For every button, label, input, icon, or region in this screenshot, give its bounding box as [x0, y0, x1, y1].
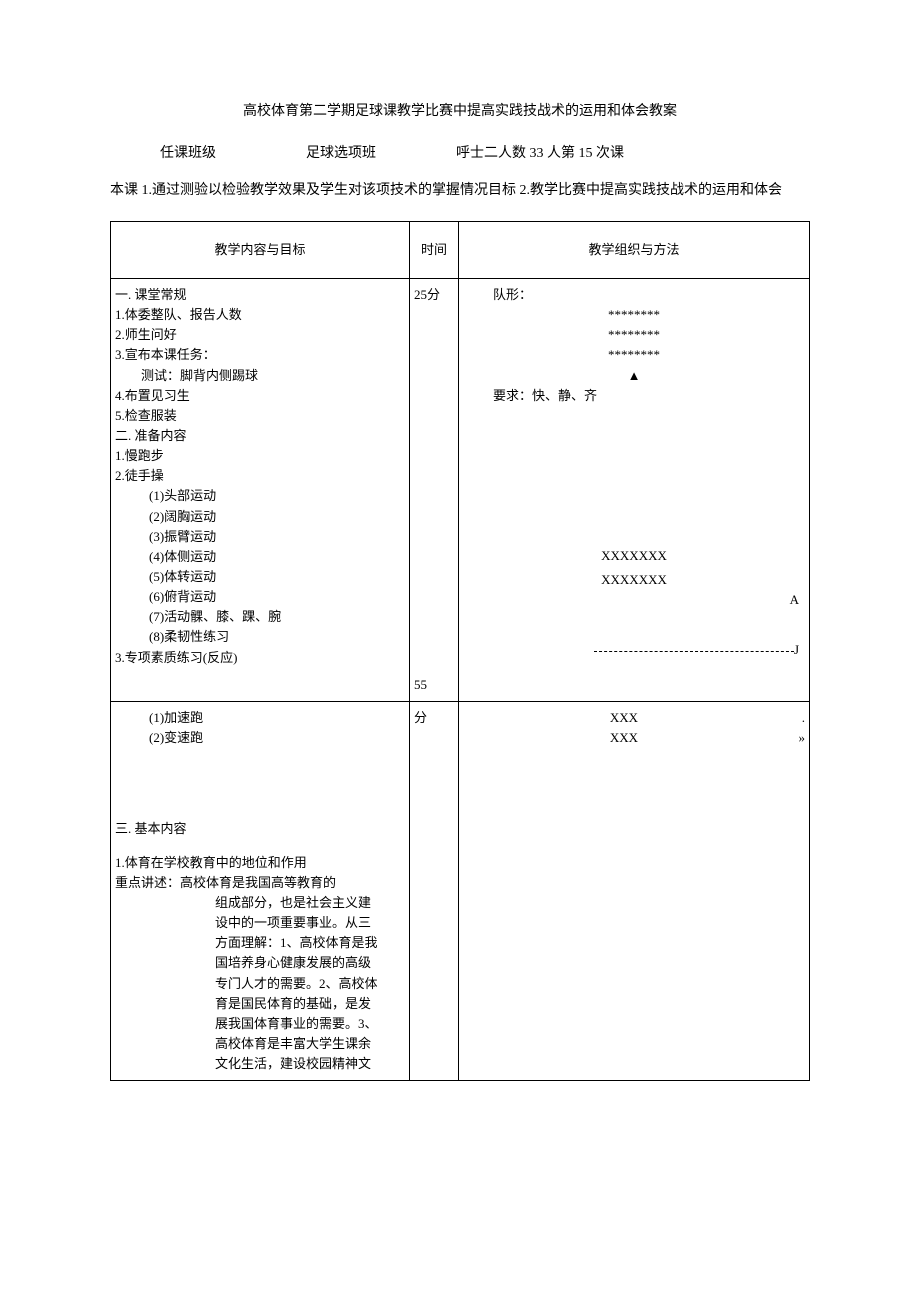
content-line: (5)体转运动: [115, 567, 405, 587]
content-line: 4.布置见习生: [115, 386, 405, 406]
content-line: (1)加速跑: [115, 708, 405, 728]
content-line: 1.体育在学校教育中的地位和作用: [115, 853, 405, 873]
header-method: 教学组织与方法: [459, 222, 810, 279]
content-line: 国培养身心健康发展的高级: [215, 953, 405, 973]
content-line: 文化生活，建设校园精神文: [215, 1054, 405, 1074]
people-label: 呼士二人数 33 人第 15 次课: [456, 142, 624, 162]
content-line: (8)柔韧性练习: [115, 627, 405, 647]
header-content: 教学内容与目标: [111, 222, 410, 279]
teacher-marker: ▲: [463, 366, 805, 386]
header-time: 时间: [410, 222, 459, 279]
table-bottom-border: [111, 1080, 810, 1081]
formation-row: ********: [463, 305, 805, 325]
content-line: (2)变速跑: [115, 728, 405, 748]
content-line: 1.慢跑步: [115, 446, 405, 466]
label-class: 任课班级: [160, 142, 216, 162]
content-line: (3)振臂运动: [115, 527, 405, 547]
table-header-row: 教学内容与目标 时间 教学组织与方法: [111, 222, 810, 279]
symbol: .: [785, 708, 805, 728]
goal-block: 本课 1.通过测验以检验教学效果及学生对该项技术的掌握情况目标 2.教学比赛中提…: [110, 180, 810, 201]
formation-label: 队形：: [463, 285, 805, 305]
page-title: 高校体育第二学期足球课教学比赛中提高实践技战术的运用和体会教案: [110, 100, 810, 120]
time-value: 分: [414, 708, 454, 728]
content-line: (4)体侧运动: [115, 547, 405, 567]
content-line: 1.体委整队、报告人数: [115, 305, 405, 325]
content-line: (6)俯背运动: [115, 587, 405, 607]
table-row: 一. 课堂常规 1.体委整队、报告人数 2.师生问好 3.宣布本课任务： 测试：…: [111, 279, 810, 702]
formation-row: XXXXXXX: [463, 546, 805, 566]
time-value: 25分: [414, 285, 454, 305]
section-header: 三. 基本内容: [115, 819, 405, 839]
content-line: 二. 准备内容: [115, 426, 405, 446]
content-line: 展我国体育事业的需要。3、: [215, 1014, 405, 1034]
arrow-line: J: [463, 640, 805, 660]
content-line: 一. 课堂常规: [115, 285, 405, 305]
content-line: 2.徒手操: [115, 466, 405, 486]
content-line: 2.师生问好: [115, 325, 405, 345]
formation-row: XXXXXXX: [463, 570, 805, 590]
content-line: 组成部分，也是社会主义建: [215, 893, 405, 913]
content-line: (7)活动髁、膝、踝、腕: [115, 607, 405, 627]
table-row: (1)加速跑 (2)变速跑 三. 基本内容 1.体育在学校教育中的地位和作用 重…: [111, 702, 810, 1080]
formation-row: XXX: [463, 708, 785, 728]
content-line: 专门人才的需要。2、高校体: [215, 974, 405, 994]
content-line: 育是国民体育的基础，是发: [215, 994, 405, 1014]
formation-row: ********: [463, 325, 805, 345]
info-row: 任课班级 足球选项班 呼士二人数 33 人第 15 次课: [110, 142, 810, 162]
content-line: 测试：脚背内侧踢球: [115, 366, 405, 386]
content-line: 5.检查服装: [115, 406, 405, 426]
class-value: 足球选项班: [306, 142, 376, 162]
content-line: 3.宣布本课任务：: [115, 345, 405, 365]
page: 高校体育第二学期足球课教学比赛中提高实践技战术的运用和体会教案 任课班级 足球选…: [0, 0, 920, 1301]
content-line: 重点讲述：高校体育是我国高等教育的: [115, 873, 405, 893]
content-line: (2)阔胸运动: [115, 507, 405, 527]
content-line: 3.专项素质练习(反应): [115, 648, 405, 668]
formation-row: XXX: [463, 728, 785, 748]
formation-row: ********: [463, 345, 805, 365]
content-line: 方面理解：1、高校体育是我: [215, 933, 405, 953]
requirement: 要求：快、静、齐: [463, 386, 805, 406]
marker-a: A: [463, 590, 805, 610]
lesson-table: 教学内容与目标 时间 教学组织与方法 一. 课堂常规 1.体委整队、报告人数 2…: [110, 221, 810, 1081]
content-line: (1)头部运动: [115, 486, 405, 506]
time-value: 55: [414, 675, 454, 695]
symbol: »: [785, 728, 805, 748]
content-line: 高校体育是丰富大学生课余: [215, 1034, 405, 1054]
content-line: 设中的一项重要事业。从三: [215, 913, 405, 933]
